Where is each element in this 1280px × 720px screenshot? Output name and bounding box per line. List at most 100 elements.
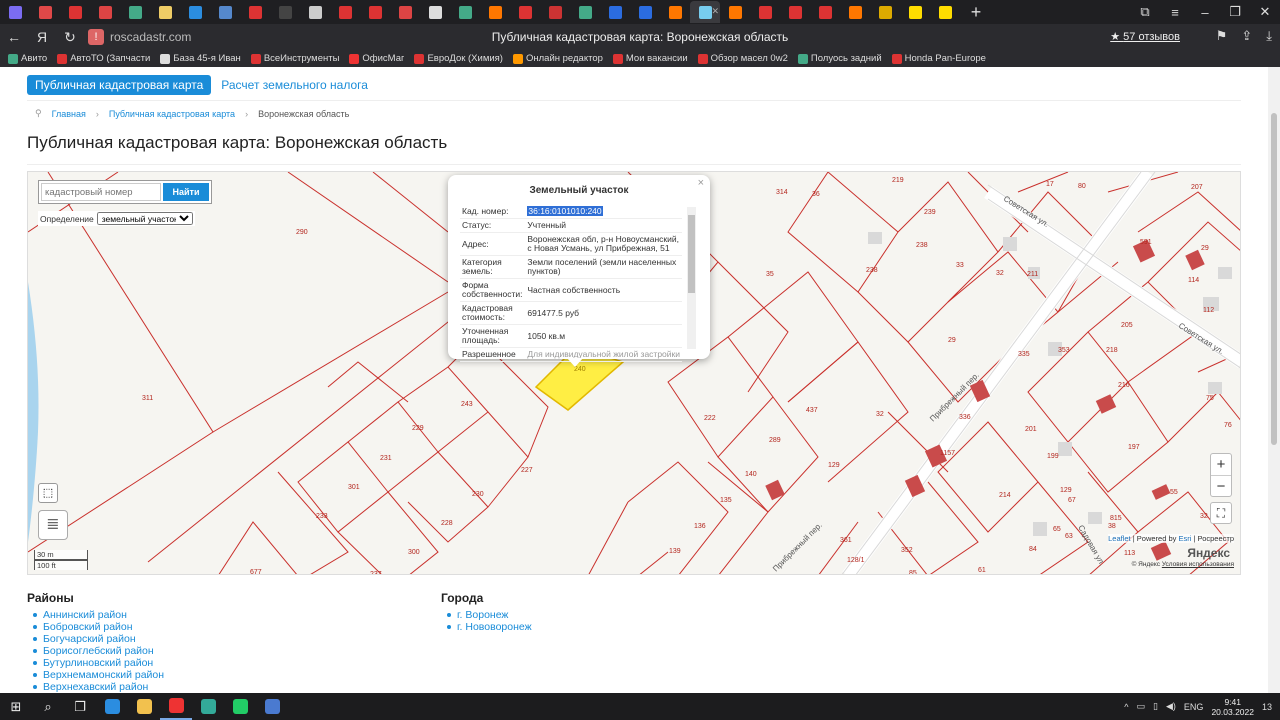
battery-icon[interactable]: ▯ [1153,701,1158,712]
restore-button[interactable]: ❐ [1220,4,1250,20]
parcel-number[interactable]: 205 [1121,322,1133,329]
parcel-number[interactable]: 76 [1224,422,1232,429]
parcel-number[interactable]: 239 [924,209,936,216]
district-link[interactable]: Верхнехавский район [43,681,148,693]
tab-search-icon[interactable]: ⧉ [1130,4,1160,20]
parcel-number[interactable]: 231 [380,455,392,462]
parcel-number[interactable]: 815 [1110,515,1122,522]
tray-chevron-icon[interactable]: ^ [1124,702,1128,712]
browser-tab[interactable] [570,1,600,23]
bookmark-item[interactable]: База 45-я Иван [160,53,241,64]
browser-tab[interactable] [750,1,780,23]
parcel-number[interactable]: 1157 [940,450,955,457]
start-button[interactable]: ⊞ [0,693,32,720]
definition-select[interactable]: земельный участок [96,212,193,225]
parcel-number[interactable]: 201 [1025,426,1037,433]
parcel-number[interactable]: 237 [370,571,382,575]
parcel-number[interactable]: 229 [412,425,424,432]
clock[interactable]: 9:41 20.03.2022 [1211,697,1254,717]
parcel-number[interactable]: 17 [1046,181,1054,188]
parcel-number[interactable]: 218 [1106,347,1118,354]
parcel-number[interactable]: 29 [948,337,956,344]
browser-tab[interactable] [330,1,360,23]
browser-tab[interactable] [270,1,300,23]
find-button[interactable]: Найти [163,183,209,201]
cadastral-number-input[interactable] [41,183,161,201]
parcel-number[interactable]: 61 [978,567,986,574]
parcel-number[interactable]: 243 [461,401,473,408]
breadcrumb-home[interactable]: Главная [52,109,86,119]
parcel-number[interactable]: 140 [745,471,757,478]
zoom-out-button[interactable]: − [1211,475,1231,496]
browser-tab[interactable] [180,1,210,23]
parcel-number[interactable]: 289 [769,437,781,444]
parcel-number[interactable]: 238 [866,267,878,274]
parcel-number[interactable]: 139 [669,548,681,555]
volume-icon[interactable]: ◀) [1166,701,1176,712]
parcel-number[interactable]: 216 [1118,382,1130,389]
browser-tab[interactable] [720,1,750,23]
cadastral-number-value[interactable]: 36:16:0101010:240 [527,206,603,216]
browser-tab[interactable] [60,1,90,23]
explorer-app-button[interactable] [128,693,160,720]
task-view-icon[interactable]: ❐ [64,693,96,720]
parcel-number[interactable]: 222 [704,415,716,422]
parcel-number[interactable]: 55 [1170,489,1178,496]
parcel-number[interactable]: 290 [296,229,308,236]
parcel-number[interactable]: 207 [1191,184,1203,191]
bookmark-item[interactable]: Honda Pan-Europe [891,53,986,64]
browser-tab[interactable] [480,1,510,23]
browser-tab[interactable] [30,1,60,23]
browser-tab[interactable] [150,1,180,23]
parcel-number[interactable]: 361 [840,537,852,544]
parcel-number[interactable]: 199 [1047,453,1059,460]
bookmark-item[interactable]: Онлайн редактор [512,53,603,64]
parcel-number[interactable]: 336 [959,414,971,421]
parcel-number[interactable]: 129 [1060,487,1072,494]
browser-tab[interactable] [780,1,810,23]
parcel-number[interactable]: 352 [901,547,913,554]
parcel-number[interactable]: 335 [1018,351,1030,358]
browser-tab[interactable] [240,1,270,23]
menu-icon[interactable]: ≡ [1160,5,1190,20]
browser-tab[interactable] [90,1,120,23]
browser-tab[interactable] [540,1,570,23]
parcel-number[interactable]: 75 [1206,395,1214,402]
parcel-number[interactable]: 228 [441,520,453,527]
tab-close-icon[interactable]: ✕ [711,6,719,17]
minimize-button[interactable]: – [1190,5,1220,20]
search-icon[interactable]: ⌕ [32,693,64,720]
whatsapp-app-button[interactable] [224,693,256,720]
back-icon[interactable]: ← [0,29,28,45]
browser-tab[interactable]: ✕ [690,1,720,23]
download-icon[interactable]: ⤓ [1266,28,1272,44]
page-scrollbar[interactable] [1268,67,1280,693]
parcel-number[interactable]: 38 [1108,523,1116,530]
district-link[interactable]: Бобровский район [43,621,133,633]
fullscreen-icon[interactable]: ⛶ [1210,502,1232,524]
district-link[interactable]: Бутурлиновский район [43,657,153,669]
bookmark-icon[interactable]: ⚑ [1216,28,1228,44]
parcel-number[interactable]: 136 [694,523,706,530]
city-link[interactable]: г. Нововоронеж [457,621,532,633]
language-indicator[interactable]: ENG [1184,702,1204,712]
parcel-number[interactable]: 113 [1124,550,1135,557]
browser-tab[interactable] [900,1,930,23]
parcel-number[interactable]: 32 [996,270,1004,277]
browser-tab[interactable] [660,1,690,23]
layers-button[interactable]: ≣ [38,510,68,540]
notifications-badge[interactable]: 13 [1262,702,1272,712]
parcel-number[interactable]: 301 [348,484,360,491]
parcel-number[interactable]: 135 [720,497,732,504]
district-link[interactable]: Борисоглебский район [43,645,154,657]
browser-tab[interactable] [600,1,630,23]
district-link[interactable]: Аннинский район [43,609,127,621]
browser-tab[interactable] [300,1,330,23]
bookmark-item[interactable]: АвтоТО (Запчасти [57,53,150,64]
close-window-button[interactable]: ✕ [1250,4,1280,20]
breadcrumb-map[interactable]: Публичная кадастровая карта [109,109,235,119]
parcel-number[interactable]: 35 [766,271,774,278]
cadastral-map[interactable]: 240 290 311 314 36 219 17 80 207 239 238 238 33 32 21… [27,171,1241,575]
popup-scroll-thumb[interactable] [688,215,695,293]
browser-tab[interactable] [810,1,840,23]
